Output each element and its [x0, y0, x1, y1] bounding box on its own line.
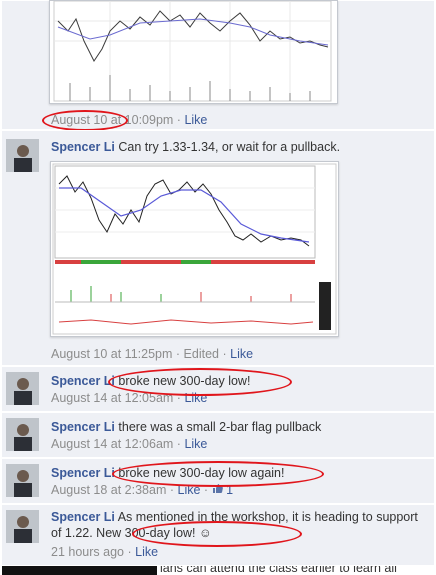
comment-meta: August 14 at 12:05am · Like: [51, 391, 208, 405]
comment-meta: August 18 at 2:38am · Like · 1: [51, 483, 234, 497]
next-post-partial: lans can attend the class earlier to lea…: [0, 566, 436, 575]
comment-author[interactable]: Spencer Li: [51, 374, 115, 388]
avatar[interactable]: [6, 139, 39, 172]
partial-text: lans can attend the class earlier to lea…: [160, 566, 397, 575]
comment-item: Spencer Li there was a small 2-bar flag …: [2, 412, 434, 457]
chart-image-attachment[interactable]: [49, 0, 338, 104]
comment-meta: 21 hours ago · Like: [51, 545, 159, 559]
like-count[interactable]: 1: [212, 483, 233, 497]
like-link[interactable]: Like: [184, 391, 207, 405]
comment-author[interactable]: Spencer Li: [51, 420, 115, 434]
comment-meta: August 10 at 10:09pm · Like: [51, 113, 208, 127]
comment-text: there was a small 2-bar flag pullback: [118, 420, 322, 434]
avatar[interactable]: [6, 418, 39, 451]
comment-author[interactable]: Spencer Li: [51, 510, 115, 524]
stock-chart-image: [52, 163, 337, 335]
thumbs-up-icon: [212, 484, 223, 493]
comment-timestamp[interactable]: August 18 at 2:38am: [51, 483, 166, 497]
comment-timestamp[interactable]: August 10 at 11:25pm: [51, 347, 172, 361]
comment-timestamp[interactable]: 21 hours ago: [51, 545, 124, 559]
comment-meta: August 10 at 11:25pm · Edited · Like: [51, 347, 254, 361]
like-link[interactable]: Like: [230, 347, 253, 361]
chart-image-attachment[interactable]: [50, 161, 339, 337]
comment-item: Spencer Li broke new 300-day low! August…: [2, 366, 434, 411]
comment-timestamp[interactable]: August 14 at 12:06am: [51, 437, 173, 451]
stock-chart-image: [53, 0, 332, 102]
like-link[interactable]: Like: [135, 545, 158, 559]
comment-text: broke new 300-day low!: [118, 374, 251, 388]
avatar[interactable]: [6, 510, 39, 543]
comment-item: Spencer Li Can try 1.33-1.34, or wait fo…: [2, 130, 434, 365]
like-link[interactable]: Like: [184, 437, 207, 451]
like-link[interactable]: Like: [184, 113, 207, 127]
edited-label[interactable]: Edited: [184, 347, 219, 361]
comment-timestamp[interactable]: August 14 at 12:05am: [51, 391, 173, 405]
comment-timestamp[interactable]: August 10 at 10:09pm: [51, 113, 173, 127]
comment-meta: August 14 at 12:06am · Like: [51, 437, 208, 451]
comment-text: Can try 1.33-1.34, or wait for a pullbac…: [118, 140, 341, 154]
avatar[interactable]: [6, 464, 39, 497]
comment-author[interactable]: Spencer Li: [51, 140, 115, 154]
comment-item: Spencer Li As mentioned in the workshop,…: [2, 504, 434, 565]
avatar[interactable]: [6, 372, 39, 405]
comment-text: broke new 300-day low again!: [118, 466, 285, 480]
partial-image: [2, 566, 157, 575]
comment-author[interactable]: Spencer Li: [51, 466, 115, 480]
comment-item: August 10 at 10:09pm · Like: [2, 0, 434, 131]
like-link[interactable]: Like: [178, 483, 201, 497]
comment-item: Spencer Li broke new 300-day low again! …: [2, 458, 434, 503]
comment-thread: August 10 at 10:09pm · Like Spencer Li C…: [0, 0, 436, 575]
